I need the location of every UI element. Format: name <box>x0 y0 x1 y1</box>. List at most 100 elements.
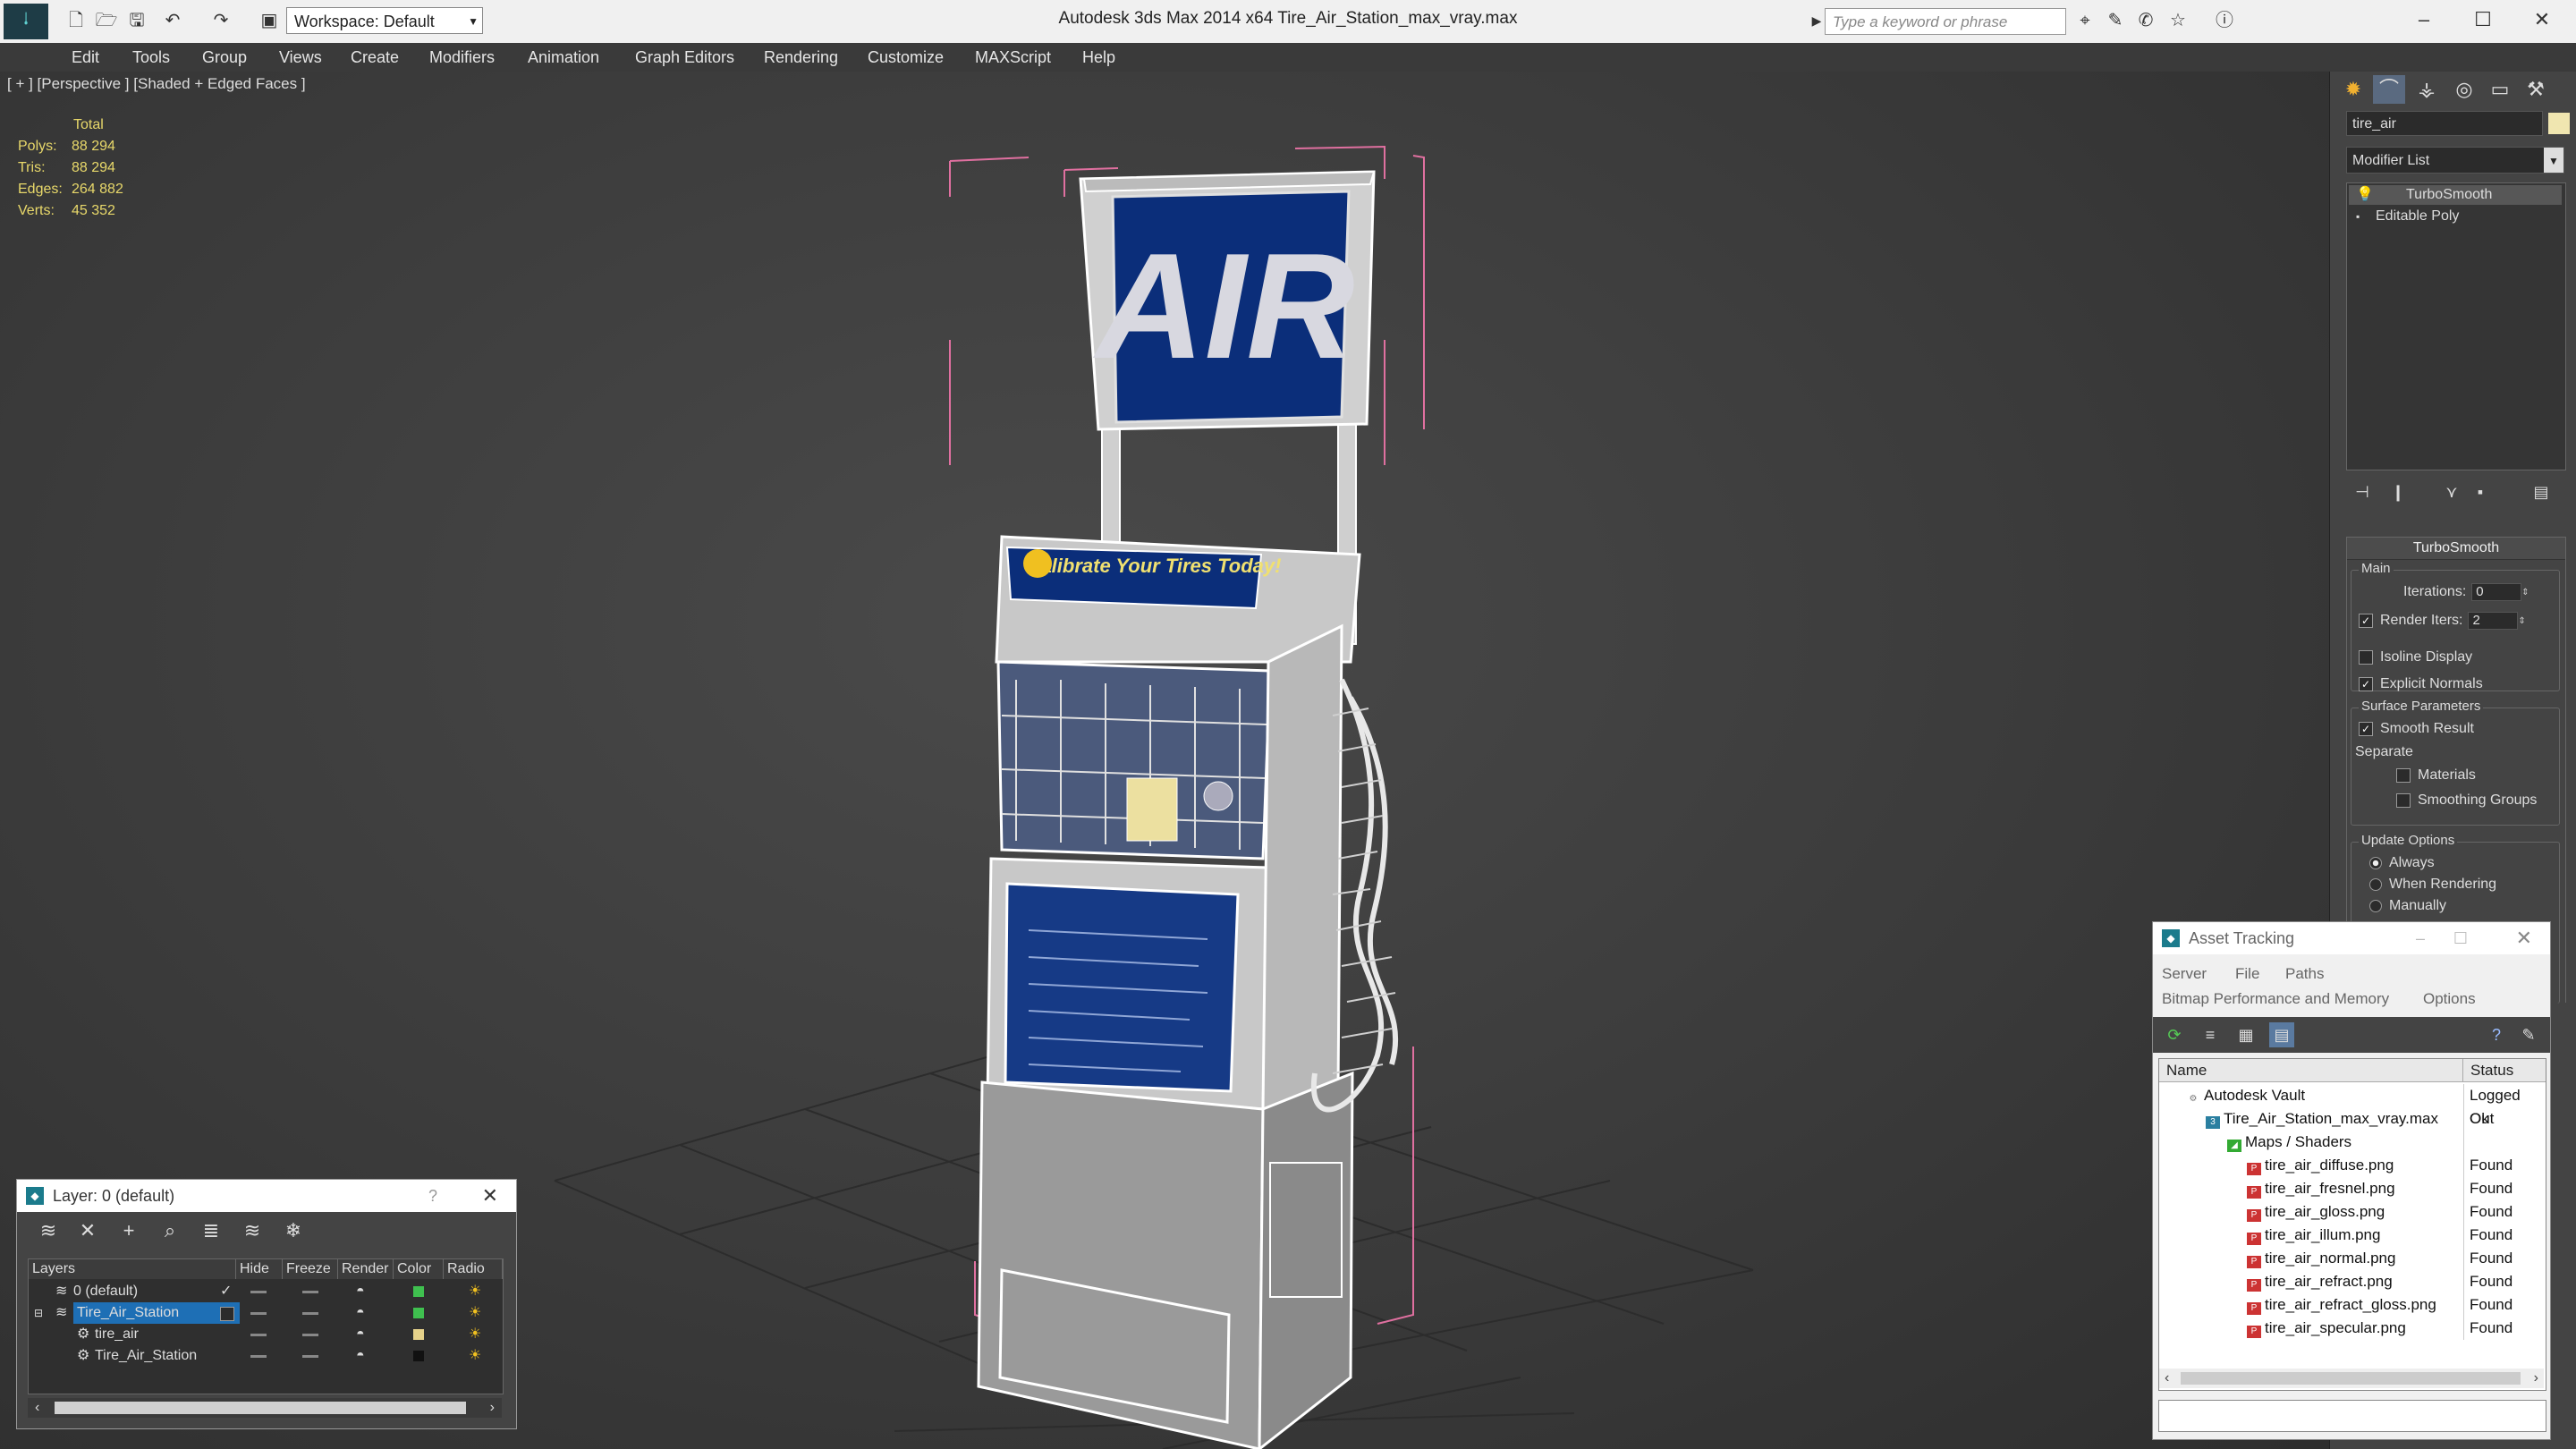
layer-row[interactable]: ≋ 0 (default) ✓ ◓ ☀ <box>29 1281 503 1302</box>
smoothing-groups-checkbox[interactable] <box>2396 792 2411 808</box>
menu-server[interactable]: Server <box>2162 965 2207 983</box>
column-header-hide[interactable]: Hide <box>236 1259 283 1279</box>
workspace-dropdown[interactable]: Workspace: Default ▼ <box>286 7 483 34</box>
thumbnail-view-icon[interactable]: ▦ <box>2233 1022 2258 1047</box>
freeze-toggle[interactable] <box>302 1312 318 1315</box>
modifier-list-dropdown[interactable]: Modifier List ▼ <box>2346 147 2564 174</box>
scroll-left-icon[interactable]: ‹ <box>2165 1368 2169 1388</box>
smooth-result-checkbox[interactable]: ✓ <box>2359 721 2373 736</box>
turbosmooth-rollout-header[interactable]: TurboSmooth <box>2347 538 2565 560</box>
asset-row[interactable]: Ptire_air_fresnel.png Found <box>2159 1177 2546 1200</box>
render-teapot-icon[interactable]: ◓ <box>356 1324 365 1345</box>
when-rendering-radio[interactable] <box>2369 877 2382 891</box>
asset-row[interactable]: ⚙ Autodesk Vault Logged Out <box>2159 1084 2546 1127</box>
remove-modifier-icon[interactable]: ▪ <box>2468 479 2493 504</box>
menu-edit[interactable]: Edit <box>72 48 99 67</box>
close-button[interactable]: ✕ <box>2524 4 2560 36</box>
show-end-result-icon[interactable]: ❙ <box>2385 479 2411 504</box>
column-header-render[interactable]: Render <box>338 1259 394 1279</box>
render-iters-spinner[interactable]: 2 <box>2468 612 2519 630</box>
layer-row[interactable]: ⊟ ≋ Tire_Air_Station ◓ ☀ <box>29 1302 503 1324</box>
highlight-layer-icon[interactable]: ≣ <box>198 1217 225 1244</box>
menu-group[interactable]: Group <box>202 48 247 67</box>
refresh-icon[interactable]: ⟳ <box>2162 1022 2187 1047</box>
scroll-right-icon[interactable]: › <box>2534 1368 2538 1388</box>
motion-tab-icon[interactable]: ◎ <box>2448 75 2480 104</box>
configure-sets-icon[interactable]: ▤ <box>2529 479 2554 504</box>
scroll-thumb[interactable] <box>55 1402 466 1414</box>
render-teapot-icon[interactable]: ◓ <box>356 1345 365 1367</box>
asset-row[interactable]: Ptire_air_diffuse.png Found <box>2159 1154 2546 1177</box>
hide-toggle[interactable] <box>250 1355 267 1358</box>
spinner-arrows-icon[interactable]: ⇕ <box>2518 616 2529 626</box>
layer-color-swatch[interactable] <box>413 1286 424 1297</box>
menu-create[interactable]: Create <box>351 48 399 67</box>
menu-bitmap-performance[interactable]: Bitmap Performance and Memory <box>2162 990 2389 1008</box>
freeze-toggle[interactable] <box>302 1334 318 1336</box>
menu-tools[interactable]: Tools <box>132 48 170 67</box>
menu-options[interactable]: Options <box>2423 990 2476 1008</box>
layer-color-swatch[interactable] <box>413 1308 424 1318</box>
asset-row[interactable]: Ptire_air_gloss.png Found <box>2159 1200 2546 1224</box>
menu-rendering[interactable]: Rendering <box>764 48 838 67</box>
save-icon[interactable]: 🖫 <box>123 7 150 34</box>
collapse-icon[interactable]: ⊟ <box>34 1302 43 1324</box>
hierarchy-tab-icon[interactable]: ⚶ <box>2411 75 2443 104</box>
column-header-freeze[interactable]: Freeze <box>283 1259 338 1279</box>
asset-window-titlebar[interactable]: ◆ Asset Tracking – ☐ ✕ <box>2153 922 2550 954</box>
utilities-tab-icon[interactable]: ⚒ <box>2520 75 2552 104</box>
subscription-icon[interactable]: ✎ <box>2102 7 2129 34</box>
spinner-arrows-icon[interactable]: ⇕ <box>2521 588 2532 597</box>
column-header-radio[interactable]: Radio <box>444 1259 503 1279</box>
redo-icon[interactable]: ↷ <box>208 7 234 34</box>
always-radio[interactable] <box>2369 856 2382 869</box>
freeze-toggle[interactable] <box>302 1355 318 1358</box>
project-folder-icon[interactable]: ▣ <box>256 7 283 34</box>
menu-modifiers[interactable]: Modifiers <box>429 48 495 67</box>
binoculars-icon[interactable]: ⌖ <box>2072 7 2098 34</box>
current-layer-box[interactable] <box>220 1307 234 1321</box>
materials-checkbox[interactable] <box>2396 767 2411 783</box>
pin-stack-icon[interactable]: ⊣ <box>2350 479 2375 504</box>
maximize-button[interactable]: ☐ <box>2465 4 2501 36</box>
object-name-field[interactable]: tire_air <box>2346 111 2543 136</box>
menu-maxscript[interactable]: MAXScript <box>975 48 1051 67</box>
asset-path-field[interactable] <box>2158 1400 2546 1432</box>
isoline-checkbox[interactable] <box>2359 649 2373 665</box>
menu-file[interactable]: File <box>2235 965 2259 983</box>
hide-toggle[interactable] <box>250 1291 267 1293</box>
table-view-icon[interactable]: ▤ <box>2269 1022 2294 1047</box>
scroll-right-icon[interactable]: › <box>490 1398 495 1418</box>
layer-window-titlebar[interactable]: ◆ Layer: 0 (default) ? ✕ <box>17 1180 516 1212</box>
create-tab-sun-icon[interactable]: ✹ <box>2337 75 2369 104</box>
asset-row[interactable]: Ptire_air_illum.png Found <box>2159 1224 2546 1247</box>
asset-row[interactable]: Ptire_air_normal.png Found <box>2159 1247 2546 1270</box>
hide-toggle[interactable] <box>250 1312 267 1315</box>
search-input[interactable]: Type a keyword or phrase <box>1825 8 2066 35</box>
asset-row[interactable]: Ptire_air_refract_gloss.png Found <box>2159 1293 2546 1317</box>
help-button[interactable]: ? <box>428 1180 437 1212</box>
display-tab-icon[interactable]: ▭ <box>2484 75 2516 104</box>
radiosity-icon[interactable]: ☀ <box>469 1302 481 1324</box>
minimize-button[interactable]: – <box>2416 922 2425 954</box>
new-file-icon[interactable]: 🗋 <box>63 7 89 34</box>
menu-views[interactable]: Views <box>279 48 322 67</box>
make-unique-icon[interactable]: ⋎ <box>2439 479 2464 504</box>
asset-row[interactable]: 3 Tire_Air_Station_max_vray.max Ok <box>2159 1107 2546 1131</box>
maximize-button[interactable]: ☐ <box>2453 922 2468 954</box>
hide-all-layers-icon[interactable]: ≋ <box>239 1217 266 1244</box>
asset-horizontal-scrollbar[interactable]: ‹ › <box>2159 1368 2544 1388</box>
render-teapot-icon[interactable]: ◓ <box>356 1302 365 1324</box>
modify-tab-icon[interactable]: ⌒ <box>2373 75 2405 104</box>
asset-row[interactable]: Ptire_air_specular.png Found <box>2159 1317 2546 1340</box>
iterations-spinner[interactable]: 0 <box>2471 583 2522 601</box>
layer-color-swatch[interactable] <box>413 1329 424 1340</box>
manually-radio[interactable] <box>2369 899 2382 912</box>
favorites-star-icon[interactable]: ☆ <box>2165 7 2191 34</box>
menu-paths[interactable]: Paths <box>2285 965 2324 983</box>
stack-item-editable-poly[interactable]: ▪ Editable Poly <box>2349 207 2562 226</box>
new-layer-icon[interactable]: ≋ <box>35 1217 62 1244</box>
close-button[interactable]: ✕ <box>2516 922 2532 954</box>
menu-help[interactable]: Help <box>1082 48 1115 67</box>
close-button[interactable]: ✕ <box>482 1180 498 1212</box>
